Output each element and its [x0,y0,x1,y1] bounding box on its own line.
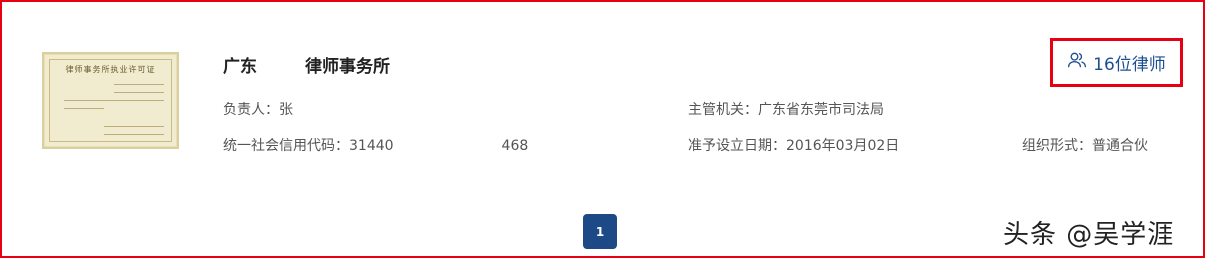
users-icon [1067,50,1087,75]
org-form-value: 普通合伙 [1092,138,1148,154]
certificate-text-line [104,134,164,135]
responsible-label: 负责人： [223,102,279,118]
firm-name-suffix: 律师事务所 [305,57,390,77]
certificate-text-line [114,84,164,85]
lawyer-count-label: 16位律师 [1093,55,1166,75]
certificate-text-line [64,100,164,101]
certificate-text-line [64,108,104,109]
firm-name[interactable]: 广东 律师事务所 [223,52,390,77]
credit-code-label: 统一社会信用代码： [223,138,349,154]
certificate-text-line [104,126,164,127]
org-form-label: 组织形式： [1022,138,1092,154]
responsible-person-field: 负责人：张 [223,99,293,119]
credit-code-value: 31440 [349,138,394,154]
authority-field: 主管机关：广东省东莞市司法局 [688,99,884,119]
approval-date-field: 准予设立日期：2016年03月02日 [688,135,899,155]
responsible-value: 张 [279,102,293,118]
credit-code-tail: 468 [501,138,529,154]
firm-name-prefix: 广东 [223,57,257,77]
approval-date-label: 准予设立日期： [688,138,786,154]
approval-date-value: 2016年03月02日 [786,138,900,154]
authority-value: 广东省东莞市司法局 [758,102,884,118]
watermark-text: 头条 @吴学涯 [1003,220,1175,250]
pagination-page-button[interactable]: 1 [583,214,617,249]
org-form-field: 组织形式：普通合伙 [1022,135,1148,155]
credit-code-field: 统一社会信用代码：31440 468 [223,135,528,155]
authority-label: 主管机关： [688,102,758,118]
license-certificate-thumbnail[interactable]: 律师事务所执业许可证 [42,52,179,149]
certificate-text-line [114,92,164,93]
certificate-title: 律师事务所执业许可证 [65,65,156,74]
lawyer-count-link[interactable]: 16位律师 [1050,38,1183,87]
